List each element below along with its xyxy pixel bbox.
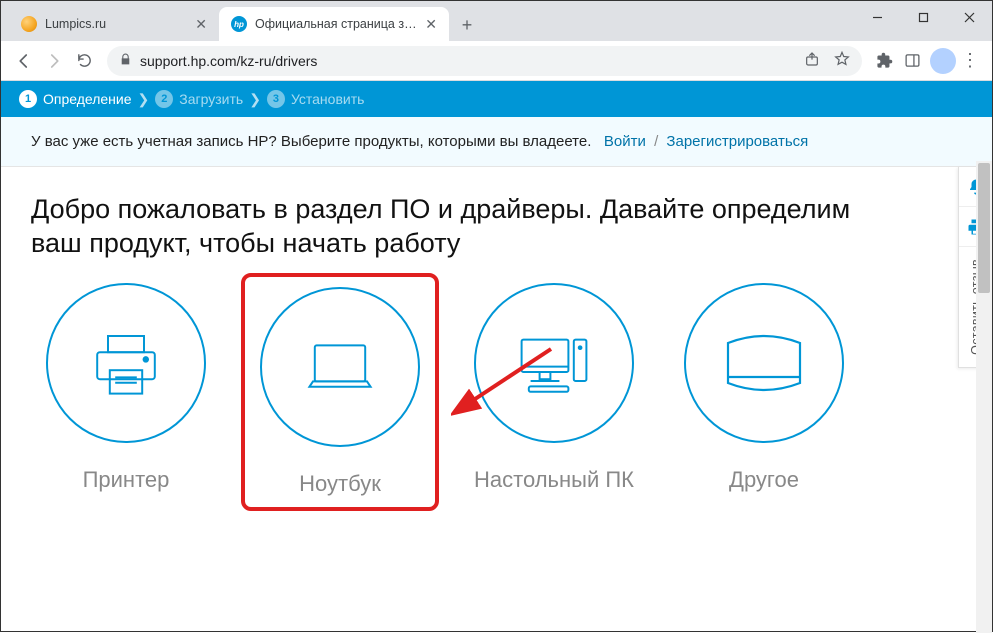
main-area: Добро пожаловать в раздел ПО и драйверы.… xyxy=(1,167,992,501)
reload-button[interactable] xyxy=(69,46,99,76)
signin-prompt: У вас уже есть учетная запись HP? Выбери… xyxy=(31,133,591,150)
tab-hp-support[interactable]: hp Официальная страница загрузк ✕ xyxy=(219,7,449,41)
profile-avatar[interactable] xyxy=(930,48,956,74)
other-icon xyxy=(684,283,844,443)
window-minimize-button[interactable] xyxy=(854,1,900,33)
step-label: Загрузить xyxy=(179,91,243,107)
page-content: 1 Определение ❯ 2 Загрузить ❯ 3 Установи… xyxy=(1,81,992,633)
laptop-icon xyxy=(260,287,420,447)
step-install: 3 Установить xyxy=(267,90,364,108)
card-label: Ноутбук xyxy=(299,471,381,497)
register-link[interactable]: Зарегистрироваться xyxy=(666,133,808,150)
printer-icon xyxy=(46,283,206,443)
window-close-button[interactable] xyxy=(946,1,992,33)
forward-button[interactable] xyxy=(39,46,69,76)
step-identify[interactable]: 1 Определение xyxy=(19,90,132,108)
favicon-hp: hp xyxy=(231,16,247,32)
step-download: 2 Загрузить xyxy=(155,90,243,108)
chevron-right-icon: ❯ xyxy=(138,91,150,108)
close-icon[interactable]: ✕ xyxy=(425,16,437,33)
step-number: 3 xyxy=(267,90,285,108)
tab-lumpics[interactable]: Lumpics.ru ✕ xyxy=(9,7,219,41)
login-link[interactable]: Войти xyxy=(604,133,646,150)
close-icon[interactable]: ✕ xyxy=(195,16,207,33)
menu-icon[interactable]: ⋮ xyxy=(956,47,984,75)
browser-toolbar: support.hp.com/kz-ru/drivers ⋮ xyxy=(1,41,992,81)
scrollbar-thumb[interactable] xyxy=(978,163,990,293)
card-label: Настольный ПК xyxy=(474,467,634,493)
card-desktop[interactable]: Настольный ПК xyxy=(469,283,639,501)
card-label: Принтер xyxy=(83,467,170,493)
signin-bar: У вас уже есть учетная запись HP? Выбери… xyxy=(1,117,992,167)
browser-chrome: Lumpics.ru ✕ hp Официальная страница заг… xyxy=(1,1,992,81)
scrollbar-track[interactable] xyxy=(976,161,992,633)
card-laptop[interactable]: Ноутбук xyxy=(255,287,425,497)
step-number: 1 xyxy=(19,90,37,108)
favicon-lumpics xyxy=(21,16,37,32)
star-icon[interactable] xyxy=(834,51,850,70)
address-bar[interactable]: support.hp.com/kz-ru/drivers xyxy=(107,46,862,76)
window-maximize-button[interactable] xyxy=(900,1,946,33)
share-icon[interactable] xyxy=(804,51,820,70)
new-tab-button[interactable]: + xyxy=(453,11,481,39)
address-right-icons xyxy=(804,51,850,70)
desktop-icon xyxy=(474,283,634,443)
window-controls xyxy=(854,1,992,33)
step-number: 2 xyxy=(155,90,173,108)
tab-title: Официальная страница загрузк xyxy=(255,17,419,31)
chevron-right-icon: ❯ xyxy=(249,91,261,108)
product-cards: Принтер Ноутбук xyxy=(31,283,962,501)
card-label: Другое xyxy=(729,467,799,493)
steps-bar: 1 Определение ❯ 2 Загрузить ❯ 3 Установи… xyxy=(1,81,992,117)
separator: / xyxy=(654,133,658,150)
tab-title: Lumpics.ru xyxy=(45,17,189,31)
card-other[interactable]: Другое xyxy=(679,283,849,501)
lock-icon xyxy=(119,53,132,69)
card-printer[interactable]: Принтер xyxy=(41,283,211,501)
step-label: Установить xyxy=(291,91,364,107)
back-button[interactable] xyxy=(9,46,39,76)
page-title: Добро пожаловать в раздел ПО и драйверы.… xyxy=(31,193,901,261)
tab-strip: Lumpics.ru ✕ hp Официальная страница заг… xyxy=(1,1,992,41)
url-text: support.hp.com/kz-ru/drivers xyxy=(140,53,317,69)
step-label: Определение xyxy=(43,91,132,107)
extensions-icon[interactable] xyxy=(870,47,898,75)
side-panel-icon[interactable] xyxy=(898,47,926,75)
highlight-box: Ноутбук xyxy=(241,273,439,511)
